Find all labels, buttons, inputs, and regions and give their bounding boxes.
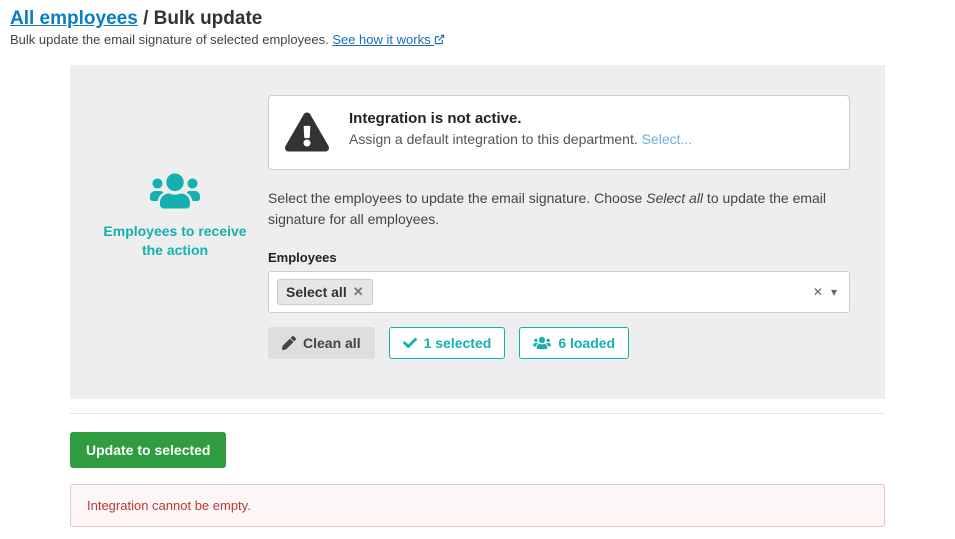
breadcrumb-current: Bulk update: [154, 8, 263, 29]
chip-remove-icon[interactable]: ✕: [353, 284, 364, 300]
employees-label: Employees: [268, 250, 850, 265]
main-panel: Employees to receive the action Integrat…: [70, 65, 885, 399]
select-all-chip[interactable]: Select all ✕: [277, 279, 373, 305]
select-integration-link[interactable]: Select...: [642, 131, 693, 147]
subtitle-text: Bulk update the email signature of selec…: [10, 32, 332, 47]
side-column: Employees to receive the action: [82, 95, 268, 260]
employees-select[interactable]: Select all ✕ ✕ ▾: [268, 271, 850, 313]
breadcrumb-all-employees[interactable]: All employees: [10, 8, 138, 29]
eraser-icon: [282, 336, 296, 350]
help-text: Select the employees to update the email…: [268, 188, 850, 230]
external-link-icon: [434, 34, 445, 45]
breadcrumb: All employees / Bulk update: [10, 8, 945, 30]
footer-area: Update to selected Integration cannot be…: [70, 432, 885, 527]
main-column: Integration is not active. Assign a defa…: [268, 95, 850, 359]
update-to-selected-button[interactable]: Update to selected: [70, 432, 226, 468]
button-row: Clean all 1 selected 6 loaded: [268, 327, 850, 359]
loaded-count-badge[interactable]: 6 loaded: [519, 327, 629, 359]
check-icon: [403, 336, 417, 350]
clean-all-button[interactable]: Clean all: [268, 327, 375, 359]
alert-text: Assign a default integration to this dep…: [349, 131, 692, 147]
see-how-it-works-link[interactable]: See how it works: [332, 32, 445, 47]
dropdown-icon[interactable]: ▾: [831, 285, 837, 299]
breadcrumb-separator: /: [143, 8, 148, 29]
clear-icon[interactable]: ✕: [813, 285, 823, 299]
alert-title: Integration is not active.: [349, 110, 692, 127]
chip-label: Select all: [286, 284, 347, 300]
error-message: Integration cannot be empty.: [70, 484, 885, 527]
select-actions: ✕ ▾: [813, 285, 841, 299]
integration-alert: Integration is not active. Assign a defa…: [268, 95, 850, 170]
warning-icon: [285, 112, 329, 155]
page-subtitle: Bulk update the email signature of selec…: [10, 32, 945, 47]
selected-count-badge[interactable]: 1 selected: [389, 327, 506, 359]
users-icon: [533, 336, 551, 350]
alert-content: Integration is not active. Assign a defa…: [349, 110, 692, 147]
employees-icon: [82, 171, 268, 214]
divider: [70, 413, 885, 414]
side-caption: Employees to receive the action: [82, 222, 268, 260]
